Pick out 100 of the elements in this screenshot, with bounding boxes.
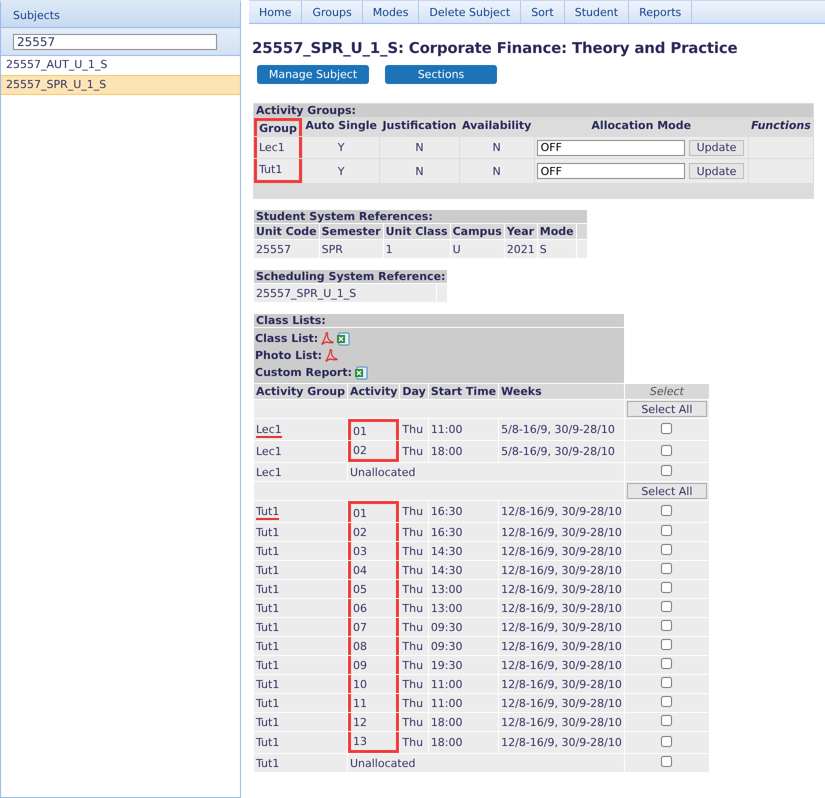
activity-group-link[interactable]: Tut1 <box>256 526 280 538</box>
nav-tab[interactable]: Modes <box>362 1 420 23</box>
table-cell: Thu <box>400 694 428 712</box>
table-cell: Thu <box>400 599 428 617</box>
table-cell: Thu <box>400 675 428 693</box>
activity-group-link[interactable]: Tut1 <box>256 716 280 728</box>
row-checkbox[interactable] <box>661 696 672 707</box>
row-checkbox[interactable] <box>661 563 672 574</box>
column-header: Weeks <box>499 384 624 399</box>
table-cell: 03 <box>348 542 400 560</box>
activity-group-link[interactable]: Tut1 <box>256 544 280 558</box>
table-cell: Thu <box>400 441 428 462</box>
table-cell: Thu <box>400 732 428 753</box>
row-checkbox[interactable] <box>661 525 672 536</box>
row-checkbox[interactable] <box>661 756 672 767</box>
table-cell: Thu <box>400 618 428 636</box>
table-cell: 12/8-16/9, 30/9-28/10 <box>499 561 624 579</box>
row-checkbox[interactable] <box>661 582 672 593</box>
row-checkbox[interactable] <box>661 444 672 456</box>
table-cell: 12/8-16/9, 30/9-28/10 <box>499 656 624 674</box>
table-cell: S <box>538 240 576 258</box>
nav-tab[interactable]: Reports <box>629 1 692 23</box>
table-cell: Thu <box>400 523 428 541</box>
activity-group-link[interactable]: Tut1 <box>256 696 280 710</box>
update-button[interactable]: Update <box>688 140 744 156</box>
table-cell: 18:00 <box>428 732 498 753</box>
table-cell: 09:30 <box>428 618 498 636</box>
row-checkbox[interactable] <box>661 544 672 555</box>
table-cell: 09:30 <box>428 637 498 655</box>
table-cell: N <box>380 137 459 158</box>
column-header: Mode <box>538 224 576 239</box>
table-cell: 11:00 <box>428 675 498 693</box>
activity-group-link[interactable]: Tut1 <box>256 658 280 672</box>
table-cell: 18:00 <box>428 713 498 731</box>
spreadsheet-icon[interactable] <box>354 366 368 380</box>
activity-group-link[interactable]: Tut1 <box>256 505 280 520</box>
nav-tab[interactable]: Sort <box>521 1 565 23</box>
report-label: Class List: <box>255 332 318 345</box>
pdf-icon[interactable] <box>324 348 338 362</box>
row-checkbox[interactable] <box>661 601 672 612</box>
table-cell: 12/8-16/9, 30/9-28/10 <box>499 501 624 522</box>
action-button[interactable]: Sections <box>385 65 497 84</box>
subject-list-item[interactable]: 25557_SPR_U_1_S <box>1 75 240 95</box>
nav-tab[interactable]: Home <box>249 1 302 23</box>
row-checkbox[interactable] <box>661 639 672 650</box>
row-checkbox[interactable] <box>661 620 672 631</box>
row-checkbox[interactable] <box>661 658 672 669</box>
activity-group-link[interactable]: Tut1 <box>256 640 280 652</box>
activity-group-link[interactable]: Tut1 <box>256 564 280 576</box>
table-cell: Tut1 <box>254 159 302 183</box>
table-cell: 07 <box>348 618 400 636</box>
nav-tab[interactable]: Delete Subject <box>419 1 522 23</box>
table-cell: 14:30 <box>428 542 498 560</box>
table-cell: 12/8-16/9, 30/9-28/10 <box>499 523 624 541</box>
table-cell: 12/8-16/9, 30/9-28/10 <box>499 713 624 731</box>
update-button[interactable]: Update <box>688 163 744 179</box>
select-all-button[interactable]: Select All <box>626 483 707 499</box>
section-title: Activity Groups: <box>254 104 813 117</box>
table-cell: Thu <box>400 542 428 560</box>
activity-group-link[interactable]: Tut1 <box>256 582 280 596</box>
table-cell: 12/8-16/9, 30/9-28/10 <box>499 580 624 598</box>
activity-group-link[interactable]: Lec1 <box>256 423 282 438</box>
row-checkbox[interactable] <box>661 715 672 726</box>
activity-group-link[interactable]: Tut1 <box>256 678 280 690</box>
report-label: Photo List: <box>255 349 322 362</box>
pdf-icon[interactable] <box>320 332 334 346</box>
table-cell: Thu <box>400 419 428 440</box>
table-cell: N <box>380 159 459 183</box>
table-cell: 12/8-16/9, 30/9-28/10 <box>499 637 624 655</box>
activity-group-link[interactable]: Tut1 <box>256 736 280 749</box>
activity-group-link[interactable]: Tut1 <box>256 602 280 614</box>
table-cell: 01 <box>348 501 400 522</box>
row-checkbox[interactable] <box>661 736 672 746</box>
table-cell: 12/8-16/9, 30/9-28/10 <box>499 675 624 693</box>
allocation-mode-field[interactable]: OFF <box>536 163 685 179</box>
activity-group-link[interactable]: Tut1 <box>256 620 280 634</box>
table-cell: 2021 <box>504 240 537 258</box>
row-checkbox[interactable] <box>661 422 672 434</box>
spreadsheet-icon[interactable] <box>336 332 350 346</box>
row-checkbox[interactable] <box>661 677 672 688</box>
row-checkbox[interactable] <box>661 504 672 516</box>
nav-tab[interactable]: Groups <box>302 1 363 23</box>
column-header: Campus <box>450 224 504 239</box>
table-cell: 11:00 <box>428 419 498 440</box>
column-header: Semester <box>320 224 383 239</box>
sidebar-title: Subjects <box>13 8 60 22</box>
row-checkbox[interactable] <box>661 465 672 476</box>
select-all-button[interactable]: Select All <box>626 401 707 417</box>
table-cell: 13:00 <box>428 599 498 617</box>
table-cell: SPR <box>320 240 383 258</box>
allocation-mode-field[interactable]: OFF <box>536 140 685 156</box>
search-field[interactable]: 25557 <box>13 34 217 50</box>
nav-tab[interactable]: Student <box>564 1 630 23</box>
table-cell: 06 <box>348 599 400 617</box>
activity-group-link[interactable]: Tut1 <box>256 756 280 770</box>
table-cell: 25557_SPR_U_1_S <box>254 284 436 302</box>
table-cell: Thu <box>400 501 428 522</box>
activity-group-link[interactable]: Lec1 <box>256 445 282 458</box>
column-header: Day <box>400 384 428 399</box>
action-button[interactable]: Manage Subject <box>257 65 369 84</box>
